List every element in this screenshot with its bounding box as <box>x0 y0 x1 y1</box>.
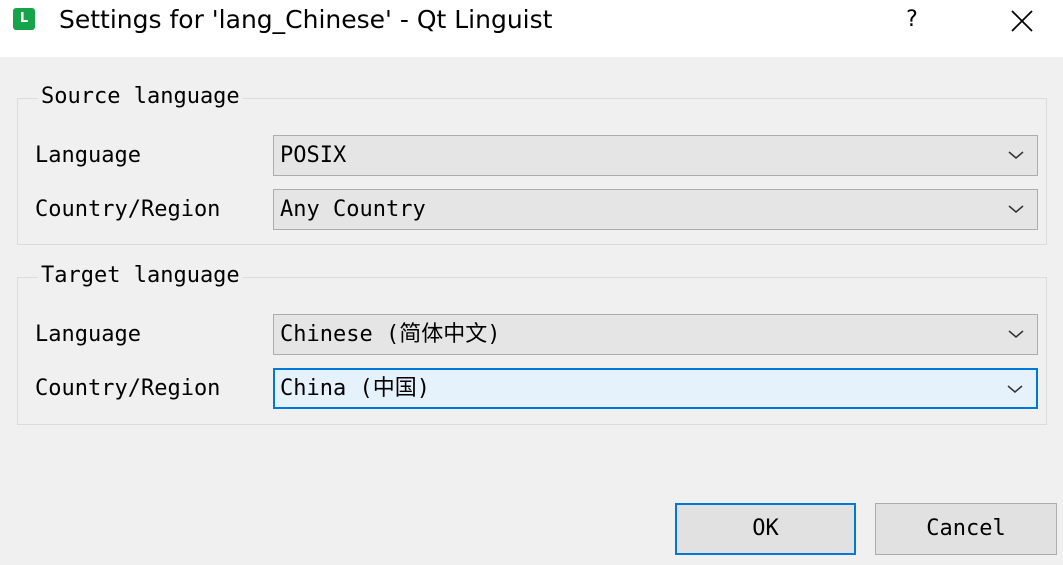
chevron-down-icon <box>1008 151 1024 159</box>
target-language-value: Chinese (简体中文) <box>280 322 501 347</box>
target-language-combo[interactable]: Chinese (简体中文) <box>273 314 1038 355</box>
target-language-label: Language <box>35 322 141 347</box>
title-bar: L Settings for 'lang_Chinese' - Qt Lingu… <box>0 0 1063 57</box>
source-language-group-title: Source language <box>38 83 243 111</box>
source-language-value: POSIX <box>280 143 347 168</box>
source-country-label: Country/Region <box>35 197 221 222</box>
close-icon <box>1011 10 1033 32</box>
target-country-label: Country/Region <box>35 376 221 401</box>
source-language-label: Language <box>35 143 141 168</box>
target-language-group-title: Target language <box>38 262 243 290</box>
help-button[interactable]: ? <box>897 0 927 40</box>
chevron-down-icon <box>1007 385 1023 393</box>
cancel-button[interactable]: Cancel <box>875 503 1057 555</box>
close-button[interactable] <box>1002 4 1042 38</box>
source-country-combo[interactable]: Any Country <box>273 189 1038 230</box>
window-title: Settings for 'lang_Chinese' - Qt Linguis… <box>59 5 553 34</box>
source-language-combo[interactable]: POSIX <box>273 135 1038 176</box>
source-country-value: Any Country <box>280 197 426 222</box>
target-country-combo[interactable]: China (中国) <box>273 368 1038 409</box>
target-country-value: China (中国) <box>280 376 430 401</box>
chevron-down-icon <box>1008 205 1024 213</box>
settings-dialog: L Settings for 'lang_Chinese' - Qt Lingu… <box>0 0 1063 565</box>
ok-button[interactable]: OK <box>675 503 856 555</box>
qt-linguist-app-icon: L <box>13 8 35 30</box>
chevron-down-icon <box>1008 330 1024 338</box>
